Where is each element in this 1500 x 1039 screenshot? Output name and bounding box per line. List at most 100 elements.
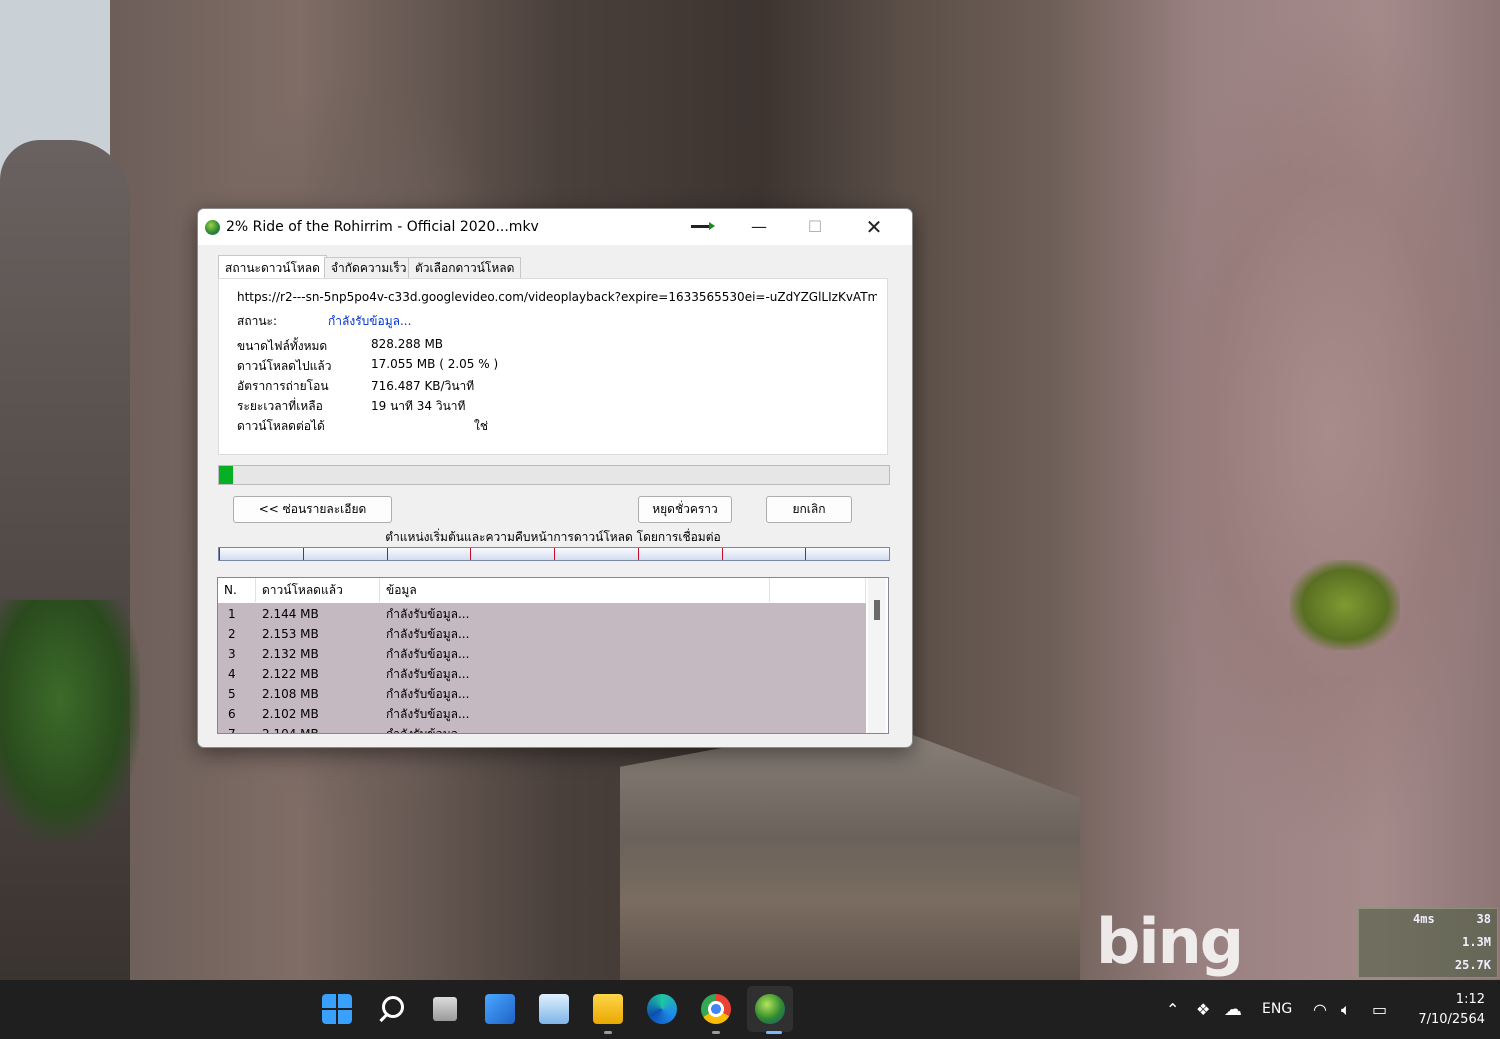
file-size-value: 828.288 MB bbox=[371, 337, 444, 351]
row-number: 6 bbox=[228, 707, 236, 721]
table-row[interactable]: 5 2.108 MB กำลังรับข้อมูล... bbox=[218, 684, 866, 704]
table-row[interactable]: 1 2.144 MB กำลังรับข้อมูล... bbox=[218, 604, 866, 624]
download-progress-bar bbox=[218, 465, 890, 485]
edge-browser-icon[interactable] bbox=[647, 994, 677, 1024]
upload-speed: 25.7K bbox=[1454, 958, 1491, 972]
row-number: 7 bbox=[228, 724, 236, 733]
window-title: 2% Ride of the Rohirrim - Official 2020.… bbox=[226, 219, 539, 235]
row-info: กำลังรับข้อมูล... bbox=[386, 687, 470, 701]
table-row[interactable]: 2 2.153 MB กำลังรับข้อมูล... bbox=[218, 624, 866, 644]
row-number: 4 bbox=[228, 667, 236, 681]
download-url: https://r2---sn-5np5po4v-c33d.googlevide… bbox=[237, 290, 877, 304]
time-left-value: 19 นาที 34 วินาที bbox=[371, 399, 466, 413]
segment-start-mark bbox=[805, 548, 807, 560]
column-header-downloaded[interactable]: ดาวน์โหลดแล้ว bbox=[256, 578, 380, 602]
connection-rows: 1 2.144 MB กำลังรับข้อมูล... 2 2.153 MB กำลัง… bbox=[218, 603, 866, 733]
download-progress-window: 2% Ride of the Rohirrim - Official 2020.… bbox=[197, 208, 913, 748]
explorer-running-indicator bbox=[604, 1031, 612, 1034]
segment-start-mark bbox=[470, 548, 472, 560]
show-hidden-icons-chevron-icon[interactable]: ⌃ bbox=[1166, 980, 1179, 1039]
table-row[interactable]: 7 2.104 MB กำลังรับข้อมูล... bbox=[218, 724, 866, 733]
bing-watermark: bing bbox=[1096, 905, 1244, 978]
connection-segments-bar bbox=[218, 547, 890, 561]
file-size-label: ขนาดไฟล์ทั้งหมด bbox=[237, 339, 328, 353]
rock-formation bbox=[0, 140, 130, 980]
tab-speed-limiter[interactable]: จำกัดความเร็ว bbox=[324, 257, 414, 279]
widgets-icon[interactable] bbox=[485, 994, 515, 1024]
row-info: กำลังรับข้อมูล... bbox=[386, 667, 470, 681]
start-windows-icon[interactable] bbox=[322, 994, 352, 1024]
table-row[interactable]: 3 2.132 MB กำลังรับข้อมูล... bbox=[218, 644, 866, 664]
status-value: กำลังรับข้อมูล... bbox=[328, 314, 412, 328]
resume-capability-label: ดาวน์โหลดต่อได้ bbox=[237, 419, 325, 433]
wifi-icon[interactable]: ◠ bbox=[1313, 980, 1327, 1039]
segment-start-mark bbox=[554, 548, 555, 560]
moss-patch bbox=[1290, 560, 1400, 650]
file-explorer-icon[interactable] bbox=[593, 994, 623, 1024]
close-button[interactable]: ✕ bbox=[846, 209, 902, 245]
segment-start-mark bbox=[302, 548, 304, 560]
segments-caption: ตำแหน่งเริ่มต้นและความคืบหน้าการดาวน์โหล… bbox=[385, 530, 721, 544]
status-panel: https://r2---sn-5np5po4v-c33d.googlevide… bbox=[218, 278, 888, 455]
progress-fill bbox=[219, 466, 233, 484]
task-view-icon[interactable] bbox=[433, 997, 457, 1021]
dropbox-icon[interactable]: ❖ bbox=[1196, 980, 1210, 1039]
segment-start-mark bbox=[721, 548, 723, 560]
scrollbar-thumb[interactable] bbox=[874, 600, 880, 620]
time-left-label: ระยะเวลาที่เหลือ bbox=[237, 399, 323, 413]
row-info: กำลังรับข้อมูล... bbox=[386, 707, 470, 721]
pause-button[interactable]: หยุดชั่วคราว bbox=[638, 496, 732, 523]
chrome-browser-icon[interactable] bbox=[701, 994, 731, 1024]
segment-start-mark bbox=[386, 548, 388, 560]
hide-details-button[interactable]: << ซ่อนรายละเอียด bbox=[233, 496, 392, 523]
minimize-button[interactable]: — bbox=[731, 209, 787, 245]
row-number: 5 bbox=[228, 687, 236, 701]
ping-readout: 4ms bbox=[1413, 912, 1435, 926]
column-header-blank bbox=[770, 578, 866, 602]
row-number: 3 bbox=[228, 647, 236, 661]
downloaded-value: 17.055 MB ( 2.05 % ) bbox=[371, 357, 499, 371]
column-header-info[interactable]: ข้อมูล bbox=[380, 578, 770, 602]
battery-icon[interactable]: ▭ bbox=[1372, 980, 1387, 1039]
row-downloaded: 2.144 MB bbox=[262, 607, 319, 621]
idm-taskbar-icon[interactable] bbox=[755, 994, 785, 1024]
row-downloaded: 2.104 MB bbox=[262, 724, 319, 733]
stone-bridge bbox=[620, 720, 1080, 980]
row-info: กำลังรับข้อมูล... bbox=[386, 607, 470, 621]
row-number: 2 bbox=[228, 627, 236, 641]
row-info: กำลังรับข้อมูล... bbox=[386, 647, 470, 661]
chrome-running-indicator bbox=[712, 1031, 720, 1034]
clock[interactable]: 1:12 7/10/2564 bbox=[1405, 990, 1485, 1030]
idm-running-indicator bbox=[766, 1031, 782, 1034]
clock-time: 1:12 bbox=[1455, 992, 1485, 1007]
row-downloaded: 2.122 MB bbox=[262, 667, 319, 681]
arrow-icon bbox=[691, 222, 715, 230]
maximize-button[interactable]: ☐ bbox=[787, 209, 843, 245]
row-info: กำลังรับข้อมูล... bbox=[386, 627, 470, 641]
transfer-rate-label: อัตราการถ่ายโอน bbox=[237, 379, 329, 393]
status-label: สถานะ: bbox=[237, 314, 278, 328]
connections-list[interactable]: N. ดาวน์โหลดแล้ว ข้อมูล 1 2.144 MB กำลังรั… bbox=[217, 577, 889, 734]
idm-app-icon bbox=[205, 220, 220, 235]
downloaded-label: ดาวน์โหลดไปแล้ว bbox=[237, 359, 332, 373]
vertical-scrollbar[interactable] bbox=[868, 578, 886, 733]
segment-start-mark bbox=[637, 548, 639, 560]
network-meter-widget[interactable]: 4ms 38 1.3M 25.7K bbox=[1358, 908, 1498, 978]
search-icon[interactable] bbox=[376, 994, 406, 1024]
photos-icon[interactable] bbox=[539, 994, 569, 1024]
column-header-number[interactable]: N. bbox=[218, 578, 256, 602]
onedrive-cloud-icon[interactable]: ☁ bbox=[1224, 980, 1242, 1039]
clock-date: 7/10/2564 bbox=[1418, 1012, 1485, 1027]
table-row[interactable]: 6 2.102 MB กำลังรับข้อมูล... bbox=[218, 704, 866, 724]
title-bar[interactable]: 2% Ride of the Rohirrim - Official 2020.… bbox=[198, 209, 912, 245]
cancel-button[interactable]: ยกเลิก bbox=[766, 496, 852, 523]
language-indicator[interactable]: ENG bbox=[1262, 980, 1292, 1039]
table-row[interactable]: 4 2.122 MB กำลังรับข้อมูล... bbox=[218, 664, 866, 684]
tab-download-status[interactable]: สถานะดาวน์โหลด bbox=[218, 255, 327, 279]
volume-icon[interactable]: 🔈︎ bbox=[1341, 980, 1351, 1039]
tree-foliage bbox=[0, 600, 140, 840]
tab-download-options[interactable]: ตัวเลือกดาวน์โหลด bbox=[408, 257, 522, 279]
row-downloaded: 2.132 MB bbox=[262, 647, 319, 661]
row-downloaded: 2.153 MB bbox=[262, 627, 319, 641]
resume-capability-value: ใช่ bbox=[474, 419, 489, 433]
